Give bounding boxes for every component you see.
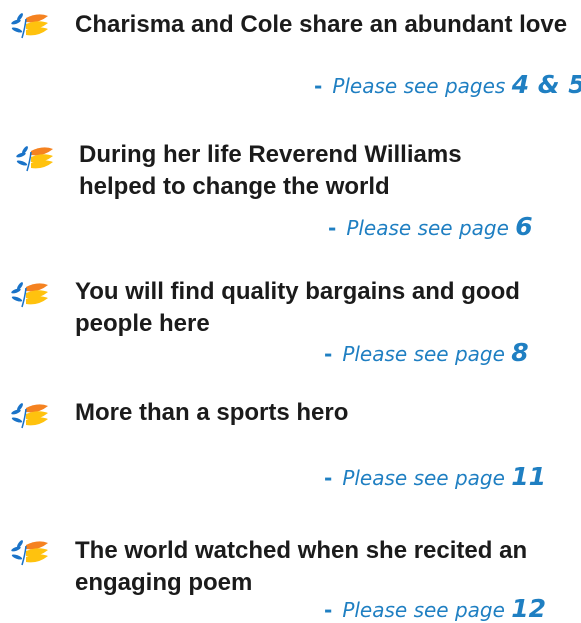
headline: During her life Reverend Williams helped… xyxy=(79,141,462,200)
dash: - xyxy=(314,74,323,98)
page-reference: - Please see page 6 xyxy=(328,212,533,241)
page-reference-label: Please see page xyxy=(342,342,505,366)
dash: - xyxy=(324,342,333,366)
page-reference: - Please see pages 4 & 5 xyxy=(314,70,581,99)
page-reference-label: Please see pages xyxy=(332,74,506,98)
headline: More than a sports hero xyxy=(75,399,349,426)
sprouting-leaves-icon xyxy=(11,13,48,39)
dash: - xyxy=(328,216,337,240)
page-number: 12 xyxy=(511,594,547,623)
sprouting-leaves-icon xyxy=(11,282,48,308)
page-number: 11 xyxy=(511,462,547,491)
sprouting-leaves-icon xyxy=(11,403,48,429)
page-number: 8 xyxy=(511,338,529,367)
page-reference: - Please see page 11 xyxy=(324,462,546,491)
page-reference-label: Please see page xyxy=(342,598,505,622)
dash: - xyxy=(324,598,333,622)
page-reference: - Please see page 8 xyxy=(324,338,529,367)
headline: You will find quality bargains and good … xyxy=(75,278,520,337)
sprouting-leaves-icon xyxy=(11,540,48,566)
headline: Charisma and Cole share an abundant love xyxy=(75,11,568,38)
page-number: 6 xyxy=(515,212,533,241)
page-reference-label: Please see page xyxy=(342,466,505,490)
page-number: 4 & 5 xyxy=(511,70,581,99)
sprouting-leaves-icon xyxy=(16,146,53,172)
headline: The world watched when she recited an en… xyxy=(75,537,528,596)
page-reference: - Please see page 12 xyxy=(324,594,546,623)
dash: - xyxy=(324,466,333,490)
page-reference-label: Please see page xyxy=(346,216,509,240)
